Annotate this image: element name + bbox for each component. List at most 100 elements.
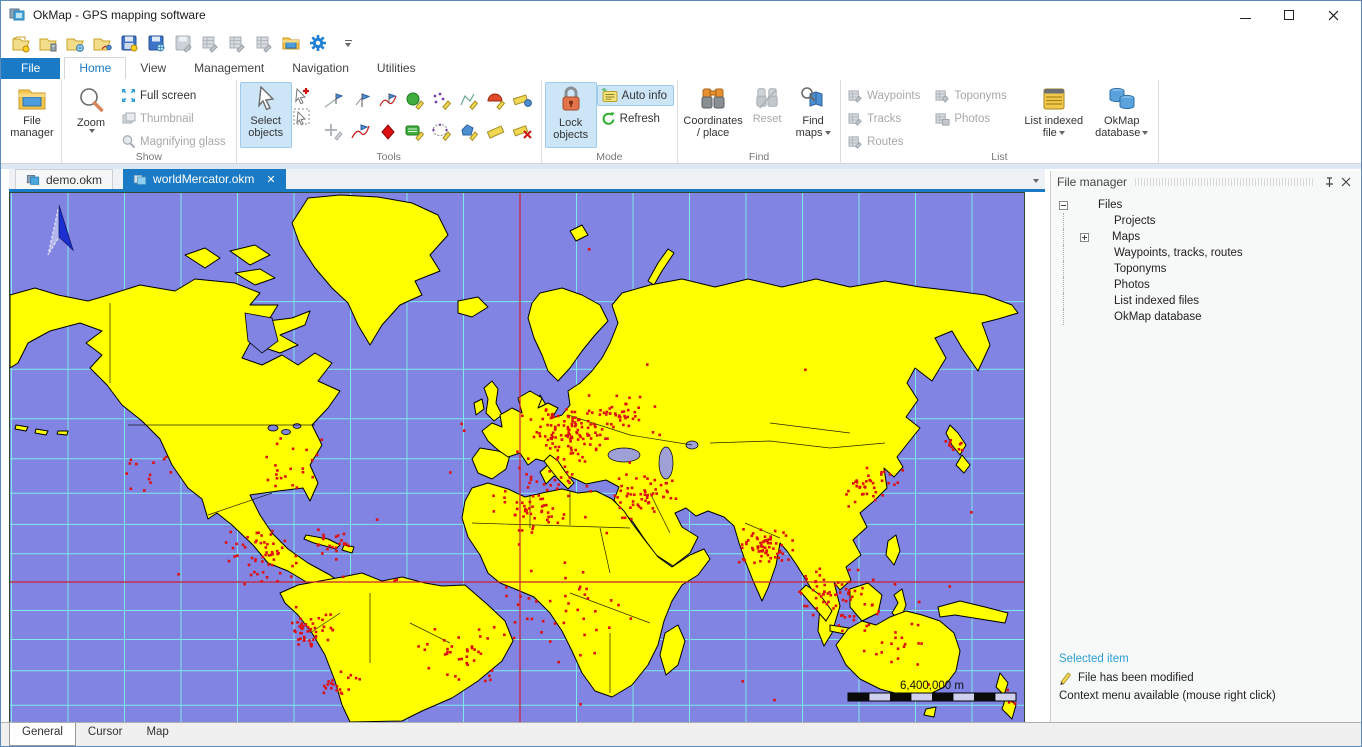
close-button[interactable] [1311,1,1355,29]
open-web-icon[interactable] [63,31,87,55]
open-edit-icon[interactable] [90,31,114,55]
tab-view[interactable]: View [126,58,180,79]
panel-header: File manager [1051,171,1360,193]
magnifying-glass-button[interactable]: Magnifying glass [117,131,233,152]
list-waypoints-icon-disabled[interactable] [198,31,222,55]
draw-waypoint-icon[interactable] [348,86,374,116]
status-tab-general[interactable]: General [9,723,76,746]
save-project-icon[interactable] [117,31,141,55]
tree-item-files[interactable]: Files [1051,197,1360,213]
status-tab-cursor[interactable]: Cursor [76,723,135,746]
tab-utilities[interactable]: Utilities [363,58,430,79]
window-title: OkMap - GPS mapping software [33,8,206,22]
binoculars-icon [699,86,727,112]
find-maps-button[interactable]: Find maps [789,82,837,148]
list-tracks-icon-disabled[interactable] [225,31,249,55]
thumbnail-button[interactable]: Thumbnail [117,108,233,129]
tree-item-toponyms[interactable]: Toponyms [1063,261,1360,277]
list-indexed-file-button[interactable]: List indexed file [1019,82,1089,148]
add-to-selection-icon[interactable] [292,86,312,106]
full-screen-button[interactable]: Full screen [117,85,233,106]
tree-item-photos[interactable]: Photos [1063,277,1360,293]
draw-track-icon[interactable] [348,117,374,147]
coordinates-place-button[interactable]: Coordinates / place [681,82,745,148]
status-tab-map[interactable]: Map [134,723,180,746]
group-find: Coordinates / place Reset Find maps Find [678,80,841,163]
document-tab-strip: demo.okm worldMercator.okm ✕ [9,169,1045,192]
list-tracks-button[interactable]: Tracks [844,108,927,129]
qat-overflow-button[interactable] [339,32,357,54]
list-toponyms-button[interactable]: Toponyms [931,85,1013,106]
panel-info: Selected item File has been modified Con… [1059,653,1352,707]
expand-icon[interactable] [1080,233,1089,242]
tab-home[interactable]: Home [64,57,126,79]
auto-info-button[interactable]: Auto info [597,85,674,106]
close-tab-icon[interactable]: ✕ [266,173,275,186]
open-project-icon[interactable] [9,31,33,55]
open-server-icon[interactable] [36,31,60,55]
select-objects-button[interactable]: Select objects [240,82,292,148]
zoom-button[interactable]: Zoom [65,82,117,148]
tab-navigation[interactable]: Navigation [278,58,363,79]
draw-label-icon[interactable] [402,117,428,147]
settings-gear-icon[interactable] [306,31,330,55]
panel-drag-handle[interactable] [1135,178,1314,186]
doc-tab-worldmercator[interactable]: worldMercator.okm ✕ [123,169,286,189]
list-photos-button[interactable]: Photos [931,108,1013,129]
tab-file[interactable]: File [1,58,60,79]
reset-button[interactable]: Reset [745,82,789,148]
group-file-manager: File manager [3,80,62,163]
lock-objects-button[interactable]: Lock objects [545,82,597,148]
draw-arc-icon[interactable] [483,86,509,116]
draw-ellipse-icon[interactable] [429,117,455,147]
file-manager-button[interactable]: File manager [6,82,58,148]
list-routes-icon-disabled[interactable] [252,31,276,55]
zoom-icon [77,86,105,114]
measure-delete-icon[interactable] [510,117,536,147]
draw-polyline-icon[interactable] [456,86,482,116]
binoculars-disabled-icon [754,86,780,110]
measure-ruler-waypoint-icon[interactable] [510,86,536,116]
draw-route-icon[interactable] [375,86,401,116]
photos-list-icon [935,112,950,126]
collapse-icon[interactable] [1059,201,1068,210]
tree-item-okmap-database[interactable]: OkMap database [1063,309,1360,325]
list-indexed-file-icon [1040,86,1068,112]
draw-point-icon[interactable] [375,117,401,147]
map-canvas[interactable]: 6,400,000 m [9,192,1025,723]
tree-item-waypoints-tracks-routes[interactable]: Waypoints, tracks, routes [1063,245,1360,261]
quick-access-toolbar [1,29,1361,57]
move-point-icon-disabled[interactable] [321,117,347,147]
list-waypoints-button[interactable]: Waypoints [844,85,927,106]
refresh-button[interactable]: Refresh [597,108,674,129]
draw-line-waypoint-icon[interactable] [321,86,347,116]
panel-close-icon[interactable] [1338,174,1354,190]
maximize-icon [1284,10,1294,20]
database-icon [1107,86,1137,112]
draw-polygon-icon[interactable] [456,117,482,147]
draw-multipoint-icon[interactable] [429,86,455,116]
tab-list-dropdown[interactable] [1033,179,1039,183]
lock-icon [558,86,584,114]
draw-circle-icon[interactable] [402,86,428,116]
pin-icon[interactable] [1322,174,1338,190]
okmap-database-button[interactable]: OkMap database [1089,82,1155,148]
thumbnail-icon [121,111,136,126]
tree-item-list-indexed-files[interactable]: List indexed files [1063,293,1360,309]
status-tab-bar: General Cursor Map [1,722,1361,746]
rect-selection-icon[interactable] [292,107,312,127]
save-edit-icon-disabled[interactable] [171,31,195,55]
auto-info-icon [601,88,618,103]
maximize-button[interactable] [1267,1,1311,29]
list-routes-button[interactable]: Routes [844,131,927,152]
doc-tab-demo[interactable]: demo.okm [15,169,113,189]
minimize-button[interactable] [1223,1,1267,29]
ribbon: File manager Zoom Full screen Thumbnail … [1,79,1361,164]
waypoints-list-icon [848,89,863,103]
folder-icon[interactable] [279,31,303,55]
tab-management[interactable]: Management [180,58,278,79]
tree-item-projects[interactable]: Projects [1063,213,1360,229]
tree-item-maps[interactable]: Maps [1063,229,1360,245]
measure-distance-icon[interactable] [483,117,509,147]
save-web-icon[interactable] [144,31,168,55]
